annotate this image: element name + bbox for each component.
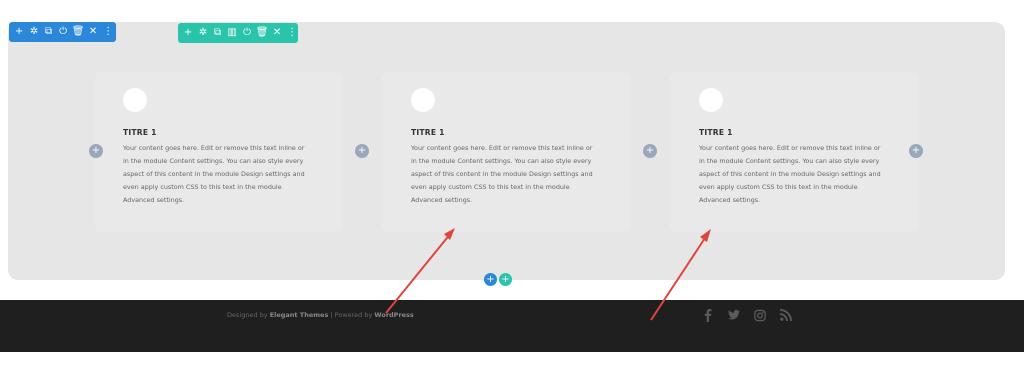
blurb-image[interactable] [411, 88, 435, 112]
footer-separator: | Powered by [330, 311, 373, 319]
blurb-title[interactable]: TITRE 1 [411, 128, 445, 137]
blurb-title[interactable]: TITRE 1 [123, 128, 157, 137]
blurb-image[interactable] [699, 88, 723, 112]
trash-icon[interactable]: 🗑 [256, 27, 269, 39]
section-toolbar: + ✲ ⧉ ⏻ 🗑 ✕ ⋮ [9, 22, 116, 42]
add-module-button[interactable]: + [909, 144, 923, 158]
more-icon[interactable]: ⋮ [287, 27, 297, 39]
duplicate-icon[interactable]: ⧉ [214, 27, 221, 39]
blurb-body[interactable]: Your content goes here. Edit or remove t… [699, 142, 885, 207]
add-row-button[interactable]: + [484, 273, 497, 286]
trash-icon[interactable]: 🗑 [72, 26, 85, 38]
gear-icon[interactable]: ✲ [199, 27, 207, 39]
facebook-icon[interactable] [702, 308, 714, 322]
power-icon[interactable]: ⏻ [243, 27, 251, 39]
add-section-button[interactable]: + [499, 273, 512, 286]
power-icon[interactable]: ⏻ [59, 26, 67, 38]
footer-wordpress-link[interactable]: WordPress [374, 311, 413, 319]
add-module-button[interactable]: + [355, 144, 369, 158]
duplicate-icon[interactable]: ⧉ [45, 26, 52, 38]
gear-icon[interactable]: ✲ [30, 26, 38, 38]
site-footer: Designed by Elegant Themes | Powered by … [0, 300, 1024, 352]
instagram-icon[interactable] [754, 308, 766, 322]
blurb-image[interactable] [123, 88, 147, 112]
footer-credit: Designed by Elegant Themes | Powered by … [227, 311, 414, 319]
close-icon[interactable]: ✕ [273, 27, 281, 39]
add-module-button[interactable]: + [89, 144, 103, 158]
social-icons [702, 308, 792, 322]
twitter-icon[interactable] [728, 308, 740, 322]
columns-icon[interactable]: ▥ [227, 27, 236, 39]
row-toolbar: + ✲ ⧉ ▥ ⏻ 🗑 ✕ ⋮ [178, 23, 298, 43]
blurb-body[interactable]: Your content goes here. Edit or remove t… [411, 142, 597, 207]
add-icon[interactable]: + [15, 26, 23, 38]
blurb-title[interactable]: TITRE 1 [699, 128, 733, 137]
rss-icon[interactable] [780, 308, 792, 322]
footer-designed-by: Designed by [227, 311, 268, 319]
close-icon[interactable]: ✕ [89, 26, 97, 38]
add-icon[interactable]: + [184, 27, 192, 39]
add-module-button[interactable]: + [643, 144, 657, 158]
more-icon[interactable]: ⋮ [103, 26, 113, 38]
blurb-body[interactable]: Your content goes here. Edit or remove t… [123, 142, 309, 207]
footer-elegant-themes-link[interactable]: Elegant Themes [270, 311, 329, 319]
